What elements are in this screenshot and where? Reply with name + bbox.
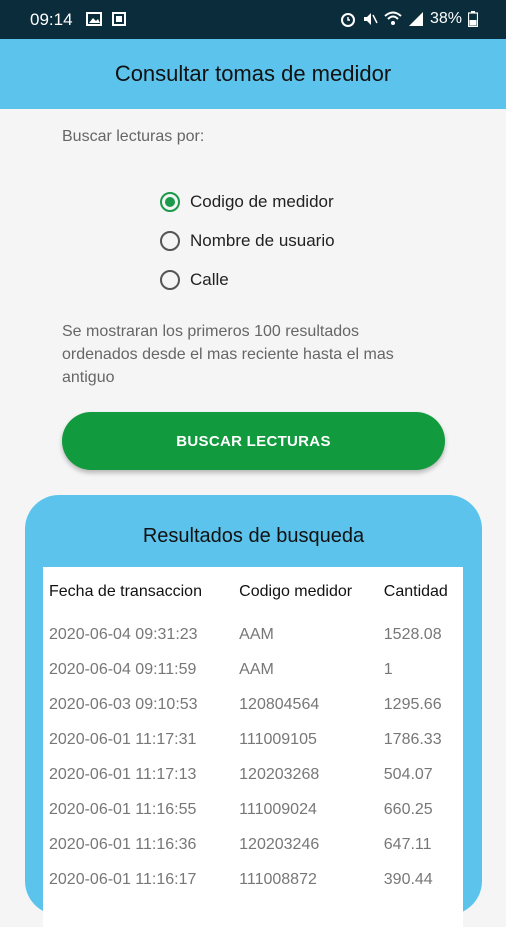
status-bar: 09:14 38% [0, 0, 506, 39]
cell-codigo: 120203268 [239, 765, 320, 783]
cell-fecha: 2020-06-04 09:31:23 [49, 625, 198, 643]
cell-cantidad: 390.44 [383, 870, 433, 888]
cell-cantidad: 1786.33 [383, 730, 442, 748]
column-header-fecha: Fecha de transaccion [49, 583, 202, 600]
column-header-cantidad: Cantidad [383, 583, 448, 600]
table-row[interactable]: 2020-06-01 11:16:36 120203246 647.11 [43, 827, 463, 862]
results-card: Resultados de busqueda Fecha de transacc… [25, 495, 482, 927]
cell-cantidad: 660.25 [383, 800, 433, 818]
table-body: 2020-06-04 09:31:23 AAM 1528.08 2020-06-… [43, 617, 463, 897]
radio-label: Codigo de medidor [190, 191, 334, 211]
alarm-icon [340, 13, 355, 27]
cell-cantidad: 1295.66 [383, 695, 442, 713]
cell-codigo: 120804564 [239, 695, 320, 713]
signal-icon [408, 12, 423, 26]
cell-fecha: 2020-06-01 11:17:31 [49, 730, 197, 748]
search-readings-button[interactable]: BUSCAR LECTURAS [62, 412, 445, 470]
table-row[interactable]: 2020-06-01 11:17:31 111009105 1786.33 [43, 722, 463, 757]
table-header-row: Fecha de transaccion Codigo medidor Cant… [43, 567, 463, 617]
radio-option-nombre-usuario[interactable]: Nombre de usuario [160, 221, 335, 260]
radio-label: Calle [190, 269, 229, 289]
cell-fecha: 2020-06-01 11:16:55 [49, 800, 197, 818]
cell-cantidad: 647.11 [383, 835, 432, 853]
table-row[interactable]: 2020-06-01 11:17:13 120203268 504.07 [43, 757, 463, 792]
gallery-icon [86, 12, 102, 26]
cell-codigo: AAM [239, 625, 274, 643]
radio-label: Nombre de usuario [190, 230, 335, 250]
cell-fecha: 2020-06-04 09:11:59 [49, 660, 197, 678]
cell-codigo: 111008872 [239, 870, 317, 888]
battery-percent: 38% [429, 10, 462, 27]
page-title: Consultar tomas de medidor [114, 61, 392, 86]
status-time: 09:14 [30, 10, 73, 29]
table-row[interactable]: 2020-06-04 09:11:59 AAM 1 [43, 652, 463, 687]
cell-fecha: 2020-06-01 11:16:36 [49, 835, 197, 853]
results-info-text: Se mostraran los primeros 100 resultados… [62, 323, 394, 386]
radio-option-calle[interactable]: Calle [160, 260, 335, 299]
radio-button-checked[interactable] [160, 191, 180, 212]
table-row[interactable]: 2020-06-03 09:10:53 120804564 1295.66 [43, 687, 463, 722]
radio-button[interactable] [160, 230, 180, 251]
column-header-codigo: Codigo medidor [239, 583, 353, 600]
results-table[interactable]: Fecha de transaccion Codigo medidor Cant… [43, 567, 463, 927]
table-row[interactable]: 2020-06-01 11:16:17 111008872 390.44 [43, 862, 463, 897]
cell-codigo: 111009024 [239, 800, 317, 818]
notification-icon [112, 12, 127, 26]
cell-fecha: 2020-06-01 11:17:13 [49, 765, 197, 783]
app-bar: Consultar tomas de medidor [0, 39, 506, 109]
cell-codigo: AAM [239, 660, 274, 678]
search-type-radio-group: Codigo de medidor Nombre de usuario Call… [160, 182, 335, 299]
cell-cantidad: 1528.08 [383, 625, 442, 643]
battery-icon [468, 11, 478, 27]
cell-fecha: 2020-06-03 09:10:53 [49, 695, 198, 713]
table-row[interactable]: 2020-06-04 09:31:23 AAM 1528.08 [43, 617, 463, 652]
cell-fecha: 2020-06-01 11:16:17 [49, 870, 197, 888]
results-title: Resultados de busqueda [142, 525, 365, 547]
cell-codigo: 120203246 [239, 835, 320, 853]
cell-codigo: 111009105 [239, 730, 317, 748]
mute-icon [363, 13, 378, 25]
cell-cantidad: 1 [383, 660, 393, 678]
radio-option-codigo-medidor[interactable]: Codigo de medidor [160, 182, 335, 221]
radio-button[interactable] [160, 269, 180, 290]
cell-cantidad: 504.07 [383, 765, 433, 783]
wifi-icon [384, 11, 402, 25]
table-row[interactable]: 2020-06-01 11:16:55 111009024 660.25 [43, 792, 463, 827]
search-prompt: Buscar lecturas por: [62, 128, 205, 145]
